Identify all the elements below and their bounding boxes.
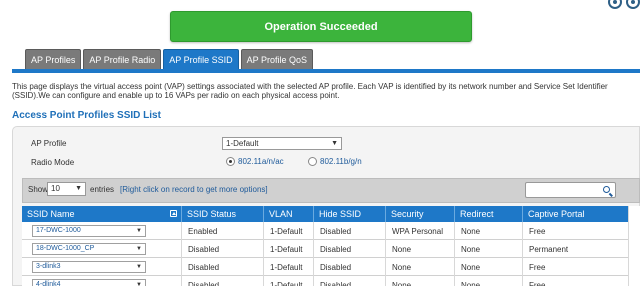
cell-security: None <box>386 276 455 286</box>
sort-icon[interactable] <box>170 210 177 217</box>
cell-ssid-name: 17-DWC-1000 ▼ <box>22 222 182 240</box>
table-row[interactable]: 18-DWC-1000_CP ▼ Disabled 1-Default Disa… <box>22 240 640 258</box>
ssid-select[interactable]: 17-DWC-1000 ▼ <box>32 225 146 237</box>
column-header-hide-ssid[interactable]: Hide SSID <box>314 206 386 222</box>
logout-icon[interactable] <box>626 0 640 9</box>
column-header-captive-portal[interactable]: Captive Portal <box>523 206 628 222</box>
cell-captive-portal: Free <box>529 262 546 272</box>
cell-ssid-status: Enabled <box>182 222 264 240</box>
entries-per-page-select[interactable]: 10 ▼ <box>47 182 86 196</box>
cell-vlan: 1-Default <box>264 258 314 276</box>
cell-hide-ssid: Disabled <box>314 222 386 240</box>
chevron-down-icon: ▼ <box>75 185 82 192</box>
cell-ssid-name: 3-dlink3 ▼ <box>22 258 182 276</box>
chevron-down-icon: ▼ <box>136 264 142 270</box>
entries-label: entries <box>90 185 115 194</box>
page-description: This page displays the virtual access po… <box>12 82 608 100</box>
column-header-ssid-status[interactable]: SSID Status <box>182 206 264 222</box>
radio-option-80211bgn[interactable]: 802.11b/g/n <box>308 157 362 166</box>
table-row[interactable]: 17-DWC-1000 ▼ Enabled 1-Default Disabled… <box>22 222 640 240</box>
cell-captive-portal: Permanent <box>529 244 569 254</box>
radio-option-label: 802.11b/g/n <box>320 157 362 166</box>
column-header-ssid-name[interactable]: SSID Name <box>22 206 182 222</box>
cell-redirect: None <box>455 276 523 286</box>
ssid-select[interactable]: 4-dlink4 ▼ <box>32 279 146 286</box>
help-icon[interactable] <box>608 0 622 9</box>
tab-ap-profile-qos[interactable]: AP Profile QoS <box>240 49 313 69</box>
top-right-icons <box>608 0 640 9</box>
cell-vlan: 1-Default <box>264 222 314 240</box>
ssid-select-value: 18-DWC-1000_CP <box>36 245 95 252</box>
column-header-security[interactable]: Security <box>386 206 455 222</box>
tab-ap-profile-ssid[interactable]: AP Profile SSID <box>163 49 239 69</box>
cell-ssid-name: 18-DWC-1000_CP ▼ <box>22 240 182 258</box>
success-banner: Operation Succeeded <box>170 11 472 42</box>
column-header-redirect[interactable]: Redirect <box>455 206 523 222</box>
cell-ssid-status: Disabled <box>182 276 264 286</box>
cell-ssid-status: Disabled <box>182 240 264 258</box>
ssid-select-value: 4-dlink4 <box>36 281 61 286</box>
radio-option-80211anac[interactable]: 802.11a/n/ac <box>226 157 284 166</box>
ssid-select[interactable]: 3-dlink3 ▼ <box>32 261 146 273</box>
table-row[interactable]: 4-dlink4 ▼ Disabled 1-Default Disabled N… <box>22 276 640 286</box>
show-label: Show <box>28 185 49 194</box>
chevron-down-icon: ▼ <box>136 282 142 286</box>
tab-ap-profile-radio[interactable]: AP Profile Radio <box>83 49 162 69</box>
column-header-vlan[interactable]: VLAN <box>264 206 314 222</box>
search-icon[interactable] <box>603 186 610 193</box>
cell-ssid-status: Disabled <box>182 258 264 276</box>
ap-profile-select-value: 1-Default <box>226 139 259 148</box>
cell-redirect: None <box>455 258 523 276</box>
cell-captive-portal: Free <box>529 280 546 286</box>
table-row[interactable]: 3-dlink3 ▼ Disabled 1-Default Disabled N… <box>22 258 640 276</box>
cell-redirect: None <box>455 222 523 240</box>
vertical-scrollbar[interactable] <box>628 206 640 286</box>
entries-per-page-value: 10 <box>51 184 60 193</box>
cell-vlan: 1-Default <box>264 240 314 258</box>
ap-profile-label: AP Profile <box>31 139 67 148</box>
cell-redirect: None <box>455 240 523 258</box>
table-search-input[interactable] <box>525 182 616 198</box>
ssid-select[interactable]: 18-DWC-1000_CP ▼ <box>32 243 146 255</box>
chevron-down-icon: ▼ <box>136 228 142 234</box>
cell-security: None <box>386 258 455 276</box>
chevron-down-icon: ▼ <box>331 140 338 147</box>
ssid-select-value: 3-dlink3 <box>36 263 61 270</box>
cell-hide-ssid: Disabled <box>314 240 386 258</box>
cell-captive-portal: Free <box>529 226 546 236</box>
tab-bar: AP Profiles AP Profile Radio AP Profile … <box>25 49 313 69</box>
chevron-down-icon: ▼ <box>136 246 142 252</box>
cell-ssid-name: 4-dlink4 ▼ <box>22 276 182 286</box>
radio-option-label: 802.11a/n/ac <box>238 157 284 166</box>
radio-button-checked[interactable] <box>226 157 235 166</box>
section-title: Access Point Profiles SSID List <box>12 110 161 121</box>
ap-profile-select[interactable]: 1-Default ▼ <box>222 137 342 150</box>
cell-security: None <box>386 240 455 258</box>
cell-hide-ssid: Disabled <box>314 276 386 286</box>
radio-button-unchecked[interactable] <box>308 157 317 166</box>
column-header-label: SSID Name <box>27 209 75 219</box>
ssid-select-value: 17-DWC-1000 <box>36 227 81 234</box>
radio-mode-label: Radio Mode <box>31 158 75 167</box>
table-header: SSID Name SSID Status VLAN Hide SSID Sec… <box>22 206 640 222</box>
cell-security: WPA Personal <box>386 222 455 240</box>
tab-underline <box>12 69 640 73</box>
tab-ap-profiles[interactable]: AP Profiles <box>25 49 82 69</box>
right-click-hint: [Right click on record to get more optio… <box>120 185 268 194</box>
cell-hide-ssid: Disabled <box>314 258 386 276</box>
cell-vlan: 1-Default <box>264 276 314 286</box>
table-body: 17-DWC-1000 ▼ Enabled 1-Default Disabled… <box>22 222 640 286</box>
